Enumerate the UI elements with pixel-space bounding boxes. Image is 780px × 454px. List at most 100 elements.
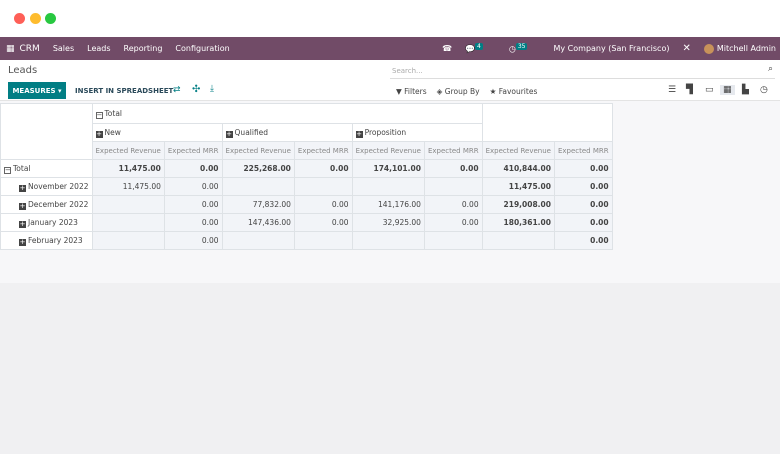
- row-header[interactable]: + January 2023: [0, 213, 93, 232]
- pivot-cell[interactable]: [91, 231, 165, 250]
- messages-icon[interactable]: 💬 4: [465, 43, 496, 54]
- measure-header[interactable]: Expected MRR: [293, 141, 353, 160]
- expand-icon: +: [95, 129, 103, 138]
- pivot-cell[interactable]: 0.00: [553, 231, 613, 250]
- pivot-cell[interactable]: [481, 231, 555, 250]
- measure-header[interactable]: Expected Revenue: [481, 141, 555, 160]
- row-header[interactable]: + February 2023: [0, 231, 93, 250]
- pivot-cell[interactable]: 0.00: [163, 213, 223, 232]
- search-icon[interactable]: ⌕: [768, 64, 773, 74]
- insert-spreadsheet-button[interactable]: INSERT IN SPREADSHEET: [75, 87, 173, 95]
- phone-icon[interactable]: ☎: [442, 44, 452, 53]
- pivot-cell[interactable]: 141,176.00: [351, 195, 425, 214]
- calendar-view-icon[interactable]: ▭: [705, 85, 714, 95]
- company-switcher[interactable]: My Company (San Francisco): [553, 44, 669, 53]
- expand-icon: +: [19, 201, 26, 210]
- close-window-button[interactable]: [14, 13, 25, 24]
- pivot-cell[interactable]: [91, 195, 165, 214]
- pivot-cell[interactable]: [91, 213, 165, 232]
- expand-icon: +: [355, 129, 363, 138]
- activities-icon[interactable]: ◷ 35: [509, 43, 541, 54]
- maximize-window-button[interactable]: [45, 13, 56, 24]
- list-view-icon[interactable]: ☰: [668, 85, 676, 95]
- measure-header[interactable]: Expected MRR: [423, 141, 483, 160]
- filters-button[interactable]: ▼ Filters: [396, 87, 427, 96]
- col-header-total[interactable]: − Total: [91, 103, 483, 124]
- measure-header[interactable]: Expected Revenue: [351, 141, 425, 160]
- expand-icon: +: [19, 183, 26, 192]
- pivot-cell[interactable]: 0.00: [293, 195, 353, 214]
- user-menu[interactable]: Mitchell Admin: [717, 44, 776, 53]
- pivot-cell[interactable]: 0.00: [293, 213, 353, 232]
- pivot-cell[interactable]: [293, 231, 353, 250]
- pivot-cell[interactable]: 0.00: [163, 231, 223, 250]
- measures-button[interactable]: MEASURES ▾: [8, 82, 66, 99]
- download-icon[interactable]: ⤓: [210, 84, 214, 94]
- pivot-cell[interactable]: [221, 231, 295, 250]
- measure-header[interactable]: Expected Revenue: [221, 141, 295, 160]
- pivot-cell[interactable]: 0.00: [553, 195, 613, 214]
- row-header[interactable]: − Total: [0, 159, 93, 178]
- minimize-window-button[interactable]: [30, 13, 41, 24]
- pivot-cell[interactable]: 0.00: [163, 177, 223, 196]
- menu-reporting[interactable]: Reporting: [124, 44, 163, 53]
- pivot-cell[interactable]: 0.00: [293, 159, 353, 178]
- expand-icon: +: [19, 237, 26, 246]
- pivot-cell[interactable]: 174,101.00: [351, 159, 425, 178]
- table-row: − Total 11,475.00 0.00 225,268.00 0.00 174,101…: [0, 159, 613, 178]
- search-input[interactable]: Search... ⌕: [390, 64, 775, 79]
- pivot-cell[interactable]: 0.00: [553, 177, 613, 196]
- measure-header[interactable]: Expected MRR: [553, 141, 613, 160]
- control-panel: Leads MEASURES ▾ INSERT IN SPREADSHEET ⇄…: [0, 60, 780, 101]
- expand-all-icon[interactable]: ✣: [192, 84, 200, 95]
- pivot-cell[interactable]: 0.00: [423, 195, 483, 214]
- flip-axis-icon[interactable]: ⇄: [173, 85, 181, 95]
- table-row: + January 2023 0.00 147,436.00 0.00 32,925.00…: [0, 213, 613, 232]
- menu-leads[interactable]: Leads: [87, 44, 110, 53]
- pivot-cell[interactable]: [423, 231, 483, 250]
- pivot-cell[interactable]: 147,436.00: [221, 213, 295, 232]
- measure-header[interactable]: Expected MRR: [163, 141, 223, 160]
- pivot-cell[interactable]: 32,925.00: [351, 213, 425, 232]
- expand-icon: +: [19, 219, 26, 228]
- pivot-cell[interactable]: 219,008.00: [481, 195, 555, 214]
- group-by-button[interactable]: ◈ Group By: [437, 87, 480, 96]
- pivot-cell[interactable]: 0.00: [553, 159, 613, 178]
- pivot-cell[interactable]: [423, 177, 483, 196]
- favourites-button[interactable]: ★ Favourites: [490, 87, 538, 96]
- avatar[interactable]: [703, 43, 714, 54]
- pivot-cell[interactable]: 180,361.00: [481, 213, 555, 232]
- activity-view-icon[interactable]: ◷: [760, 85, 768, 95]
- graph-view-icon[interactable]: ▙: [742, 85, 749, 95]
- col-header-group[interactable]: + Proposition: [351, 123, 483, 142]
- pivot-cell[interactable]: 0.00: [163, 195, 223, 214]
- col-header-group[interactable]: + New: [91, 123, 223, 142]
- measure-header[interactable]: Expected Revenue: [91, 141, 165, 160]
- pivot-view-icon[interactable]: ▦: [720, 85, 735, 95]
- pivot-cell[interactable]: 0.00: [553, 213, 613, 232]
- pivot-cell[interactable]: 225,268.00: [221, 159, 295, 178]
- pivot-cell[interactable]: 0.00: [423, 213, 483, 232]
- pivot-cell[interactable]: 410,844.00: [481, 159, 555, 178]
- row-header[interactable]: + December 2022: [0, 195, 93, 214]
- app-name[interactable]: CRM: [20, 44, 40, 54]
- pivot-cell[interactable]: 77,832.00: [221, 195, 295, 214]
- group-by-label: Group By: [444, 87, 480, 96]
- menu-sales[interactable]: Sales: [53, 44, 74, 53]
- apps-menu-icon[interactable]: ▦: [6, 44, 15, 54]
- row-label: December 2022: [28, 199, 89, 209]
- pivot-cell[interactable]: [351, 177, 425, 196]
- col-header-group[interactable]: + Qualified: [221, 123, 353, 142]
- pivot-cell[interactable]: 11,475.00: [91, 177, 165, 196]
- pivot-cell[interactable]: 11,475.00: [91, 159, 165, 178]
- pivot-cell[interactable]: [351, 231, 425, 250]
- pivot-cell[interactable]: [293, 177, 353, 196]
- tools-icon[interactable]: ✕: [682, 43, 690, 54]
- pivot-cell[interactable]: 11,475.00: [481, 177, 555, 196]
- menu-configuration[interactable]: Configuration: [175, 44, 229, 53]
- row-header[interactable]: + November 2022: [0, 177, 93, 196]
- kanban-view-icon[interactable]: ▜: [686, 85, 693, 95]
- pivot-cell[interactable]: 0.00: [423, 159, 483, 178]
- pivot-cell[interactable]: 0.00: [163, 159, 223, 178]
- pivot-cell[interactable]: [221, 177, 295, 196]
